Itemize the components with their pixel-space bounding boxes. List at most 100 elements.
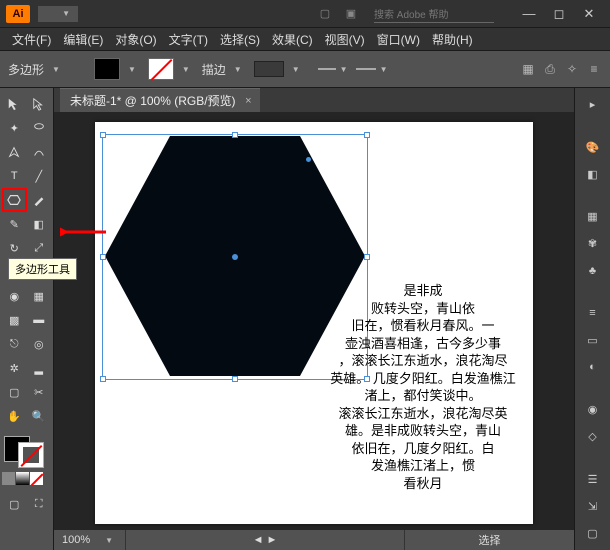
shape-builder-tool[interactable]: ◉ <box>2 284 27 308</box>
symbols-panel-icon[interactable]: ♣ <box>582 260 604 281</box>
fill-dropdown-icon[interactable]: ▼ <box>128 65 136 74</box>
artboards-panel-icon[interactable]: ▢ <box>582 523 604 544</box>
stroke-width-input[interactable] <box>254 61 284 77</box>
workspace-switcher[interactable]: ▼ <box>38 6 78 22</box>
arrange-documents-icon[interactable]: ▢ <box>316 5 334 23</box>
vertex-anchor[interactable] <box>306 157 311 162</box>
symbol-sprayer-tool[interactable]: ✲ <box>2 356 27 380</box>
stroke-label: 描边 <box>202 61 226 78</box>
zoom-level-input[interactable]: 100%▼ <box>54 530 126 550</box>
annotation-arrow <box>60 222 108 242</box>
color-mode-gradient[interactable] <box>16 472 29 485</box>
color-guide-panel-icon[interactable]: ◧ <box>582 164 604 185</box>
control-bar: 多边形 ▼ ▼ ▼ 描边▼ ▼ ▼ ▼ ▦ ⎙ ✧ ≡ <box>0 50 610 88</box>
align-icon[interactable]: ⎙ <box>542 62 558 76</box>
perspective-grid-tool[interactable]: ▦ <box>27 284 52 308</box>
column-graph-tool[interactable]: ▂ <box>27 356 52 380</box>
color-mode-solid[interactable] <box>2 472 15 485</box>
brushes-panel-icon[interactable]: ✾ <box>582 233 604 254</box>
brush-definition-icon[interactable] <box>356 68 376 70</box>
canvas[interactable]: 是非成 败转头空，青山依 旧在，惯看秋月春风。一 壶浊酒喜相逢，古今多少事 ，滚… <box>54 112 574 530</box>
resize-handle[interactable] <box>232 376 238 382</box>
mesh-tool[interactable]: ▩ <box>2 308 27 332</box>
line-segment-tool[interactable]: ╱ <box>27 164 52 188</box>
menu-view[interactable]: 视图(V) <box>319 29 371 50</box>
tools-panel: ✦ T╱ ✎◧ ↻⤢ ⌖▱ ◉▦ ▩▬ ⎋◎ ✲▂ ▢✂ ✋🔍 ▢⛶ <box>0 88 54 550</box>
paintbrush-tool[interactable] <box>27 188 51 212</box>
selection-tool[interactable] <box>2 92 27 116</box>
maximize-button[interactable]: ◻ <box>544 4 574 24</box>
menu-help[interactable]: 帮助(H) <box>426 29 479 50</box>
fill-stroke-well[interactable] <box>2 434 46 470</box>
blend-tool[interactable]: ◎ <box>27 332 52 356</box>
color-mode-none[interactable] <box>30 472 43 485</box>
document-tab[interactable]: 未标题-1* @ 100% (RGB/预览) × <box>60 88 260 112</box>
right-panel-dock: ▸ 🎨 ◧ ▦ ✾ ♣ ≡ ▭ ◐ ◉ ◇ ☰ ⇲ ▢ <box>574 88 610 550</box>
title-bar: Ai ▼ ▢ ▣ 搜索 Adobe 帮助 — ◻ ✕ <box>0 0 610 28</box>
layers-panel-icon[interactable]: ☰ <box>582 469 604 490</box>
zoom-tool[interactable]: 🔍 <box>27 404 52 428</box>
curvature-tool[interactable] <box>27 140 52 164</box>
stroke-well[interactable] <box>18 442 44 468</box>
hand-tool[interactable]: ✋ <box>2 404 27 428</box>
type-tool[interactable]: T <box>2 164 27 188</box>
center-anchor[interactable] <box>232 254 238 260</box>
close-tab-icon[interactable]: × <box>245 95 251 107</box>
resize-handle[interactable] <box>100 254 106 260</box>
stroke-panel-icon[interactable]: ≡ <box>582 303 604 324</box>
lasso-tool[interactable] <box>27 116 52 140</box>
artboard[interactable]: 是非成 败转头空，青山依 旧在，惯看秋月春风。一 壶浊酒喜相逢，古今多少事 ，滚… <box>95 122 533 524</box>
menu-object[interactable]: 对象(O) <box>109 29 162 50</box>
resize-handle[interactable] <box>364 132 370 138</box>
transform-icon[interactable]: ✧ <box>564 62 580 76</box>
transparency-panel-icon[interactable]: ◐ <box>582 357 604 378</box>
menu-effect[interactable]: 效果(C) <box>266 29 319 50</box>
menu-file[interactable]: 文件(F) <box>6 29 57 50</box>
pen-tool[interactable] <box>2 140 27 164</box>
shaper-tool[interactable]: ✎ <box>2 212 27 236</box>
panel-menu-icon[interactable]: ≡ <box>586 62 602 76</box>
panel-icon[interactable]: ▣ <box>342 5 360 23</box>
resize-handle[interactable] <box>364 254 370 260</box>
eyedropper-tool[interactable]: ⎋ <box>2 332 27 356</box>
stroke-width-dropdown-icon[interactable]: ▼ <box>292 65 300 74</box>
resize-handle[interactable] <box>232 132 238 138</box>
stroke-dropdown-icon[interactable]: ▼ <box>182 65 190 74</box>
menu-select[interactable]: 选择(S) <box>214 29 266 50</box>
swatches-panel-icon[interactable]: ▦ <box>582 206 604 227</box>
magic-wand-tool[interactable]: ✦ <box>2 116 27 140</box>
stroke-color-swatch[interactable] <box>148 58 174 80</box>
slice-tool[interactable]: ✂ <box>27 380 52 404</box>
artboard-tool[interactable]: ▢ <box>2 380 27 404</box>
resize-handle[interactable] <box>100 376 106 382</box>
gradient-panel-icon[interactable]: ▭ <box>582 330 604 351</box>
asset-export-panel-icon[interactable]: ⇲ <box>582 496 604 517</box>
rotate-tool[interactable]: ↻ <box>2 236 27 260</box>
screen-mode-change[interactable]: ⛶ <box>27 492 52 516</box>
polygon-tool[interactable] <box>2 188 27 212</box>
eraser-tool[interactable]: ◧ <box>27 212 52 236</box>
minimize-button[interactable]: — <box>514 4 544 24</box>
expand-panels-icon[interactable]: ▸ <box>582 94 604 115</box>
document-tab-bar: 未标题-1* @ 100% (RGB/预览) × <box>54 88 574 112</box>
menu-type[interactable]: 文字(T) <box>163 29 214 50</box>
scale-tool[interactable]: ⤢ <box>27 236 52 260</box>
grid-view-icon[interactable]: ▦ <box>520 62 536 76</box>
text-frame[interactable]: 是非成 败转头空，青山依 旧在，惯看秋月春风。一 壶浊酒喜相逢，古今多少事 ，滚… <box>323 282 523 493</box>
direct-selection-tool[interactable] <box>27 92 52 116</box>
document-tab-title: 未标题-1* @ 100% (RGB/预览) <box>70 92 236 109</box>
close-button[interactable]: ✕ <box>574 4 604 24</box>
appearance-panel-icon[interactable]: ◉ <box>582 399 604 420</box>
stroke-profile-icon[interactable] <box>318 68 336 70</box>
screen-mode-normal[interactable]: ▢ <box>2 492 27 516</box>
selection-dropdown-icon[interactable]: ▼ <box>52 65 60 74</box>
menu-window[interactable]: 窗口(W) <box>371 29 426 50</box>
graphic-styles-panel-icon[interactable]: ◇ <box>582 426 604 447</box>
fill-color-swatch[interactable] <box>94 58 120 80</box>
gradient-tool[interactable]: ▬ <box>27 308 52 332</box>
help-search-input[interactable]: 搜索 Adobe 帮助 <box>374 5 494 23</box>
status-navigation[interactable]: ◄ ► <box>126 534 404 546</box>
menu-edit[interactable]: 编辑(E) <box>57 29 109 50</box>
color-panel-icon[interactable]: 🎨 <box>582 137 604 158</box>
resize-handle[interactable] <box>100 132 106 138</box>
